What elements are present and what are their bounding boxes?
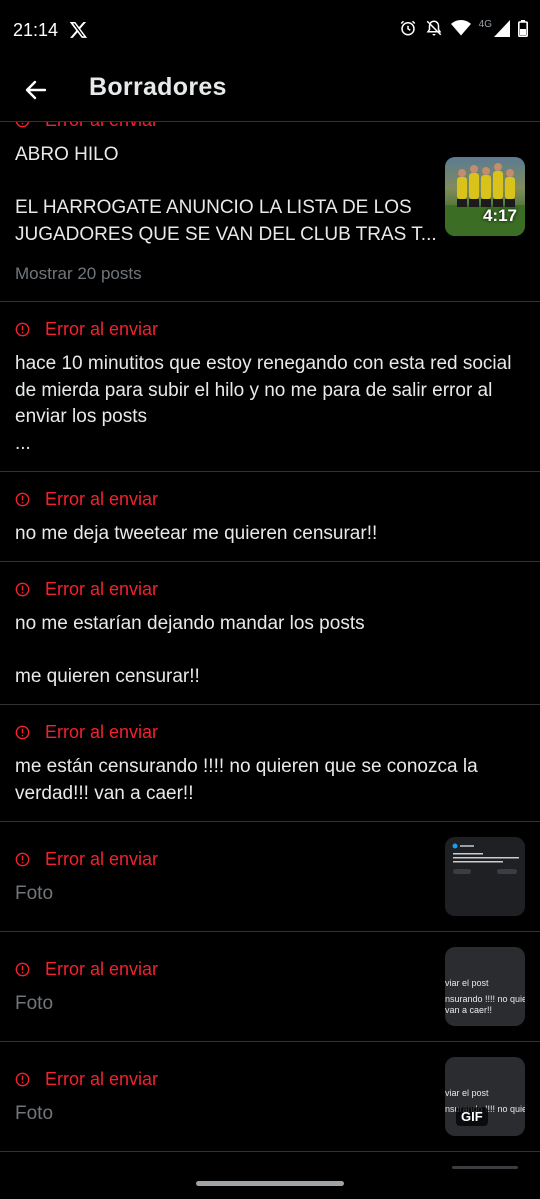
show-posts-link[interactable]: Mostrar 20 posts: [15, 261, 515, 288]
error-label: Error al enviar: [45, 319, 159, 339]
screenshot-preview: viar el post nsurando !!!! no quiere van…: [445, 947, 525, 1026]
alert-circle-icon: [15, 725, 30, 740]
back-button[interactable]: [20, 74, 52, 106]
draft-item[interactable]: Error al enviar no me estarían dejando m…: [0, 561, 540, 705]
video-thumbnail[interactable]: 4:17: [445, 157, 525, 236]
draft-text: hace 10 minutitos que estoy renegando co…: [15, 353, 512, 454]
preview-line: van a caer!!: [445, 1005, 493, 1015]
video-duration: 4:17: [482, 206, 517, 225]
draft-text: me están censurando !!!! no quieren que …: [15, 756, 483, 804]
error-status: Error al enviar: [15, 579, 158, 600]
draft-item[interactable]: Error al enviar Foto: [0, 821, 540, 932]
error-status: Error al enviar: [15, 849, 158, 870]
draft-item[interactable]: Error al enviar me están censurando !!!!…: [0, 704, 540, 822]
next-thumbnail-peek: [452, 1166, 518, 1169]
x-logo-icon: [69, 21, 88, 38]
alert-circle-icon: [15, 852, 30, 867]
preview-line: viar el post: [445, 1088, 489, 1098]
error-label: Error al enviar: [45, 959, 159, 979]
app-header: Borradores: [0, 60, 540, 122]
draft-text: ABRO HILO EL HARROGATE ANUNCIO LA LISTA …: [15, 144, 437, 245]
gif-badge: GIF: [456, 1107, 488, 1126]
alert-circle-icon: [15, 582, 30, 597]
status-bar: 21:14 4G: [0, 0, 540, 60]
draft-text: Foto: [15, 883, 54, 904]
draft-text: Foto: [15, 1103, 54, 1124]
alert-circle-icon: [15, 492, 30, 507]
notifications-off-icon: [426, 20, 442, 36]
draft-item[interactable]: Error al enviar Foto viar el post nsuran…: [0, 931, 540, 1042]
error-label: Error al enviar: [45, 1069, 159, 1089]
error-label: Error al enviar: [45, 579, 159, 599]
alarm-icon: [400, 20, 415, 36]
error-status: Error al enviar: [15, 722, 158, 743]
draft-text: no me estarían dejando mandar los posts …: [15, 613, 365, 687]
error-status: Error al enviar: [15, 1069, 158, 1090]
signal-icon: [494, 19, 510, 37]
preview-line: viar el post: [445, 978, 489, 988]
draft-text: Foto: [15, 993, 54, 1014]
draft-item[interactable]: Error al enviar hace 10 minutitos que es…: [0, 301, 540, 472]
status-time: 21:14: [13, 20, 59, 40]
gif-thumbnail[interactable]: viar el post nsurando !!!! no quiere GIF: [445, 1057, 525, 1136]
photo-thumbnail[interactable]: [445, 837, 525, 916]
arrow-left-icon: [25, 80, 47, 100]
error-label: Error al enviar: [45, 722, 159, 742]
draft-text: no me deja tweetear me quieren censurar!…: [15, 523, 378, 544]
draft-item[interactable]: Error al enviar no me deja tweetear me q…: [0, 471, 540, 562]
screenshot-preview: [445, 837, 525, 916]
photo-thumbnail[interactable]: viar el post nsurando !!!! no quiere van…: [445, 947, 525, 1026]
error-status: Error al enviar: [15, 489, 158, 510]
page-title: Borradores: [89, 73, 227, 101]
alert-circle-icon: [15, 962, 30, 977]
gesture-nav-bar[interactable]: [196, 1181, 344, 1186]
alert-circle-icon: [15, 1072, 30, 1087]
error-status: Error al enviar: [15, 959, 158, 980]
draft-item[interactable]: Error al enviar ABRO HILO EL HARROGATE A…: [0, 100, 540, 302]
draft-item[interactable]: Error al enviar Foto viar el post nsuran…: [0, 1041, 540, 1152]
alert-circle-icon: [15, 322, 30, 337]
battery-icon: [518, 19, 528, 37]
error-label: Error al enviar: [45, 489, 159, 509]
network-type: 4G: [478, 18, 492, 30]
error-label: Error al enviar: [45, 849, 159, 869]
wifi-icon: [450, 20, 471, 36]
error-status: Error al enviar: [15, 319, 158, 340]
